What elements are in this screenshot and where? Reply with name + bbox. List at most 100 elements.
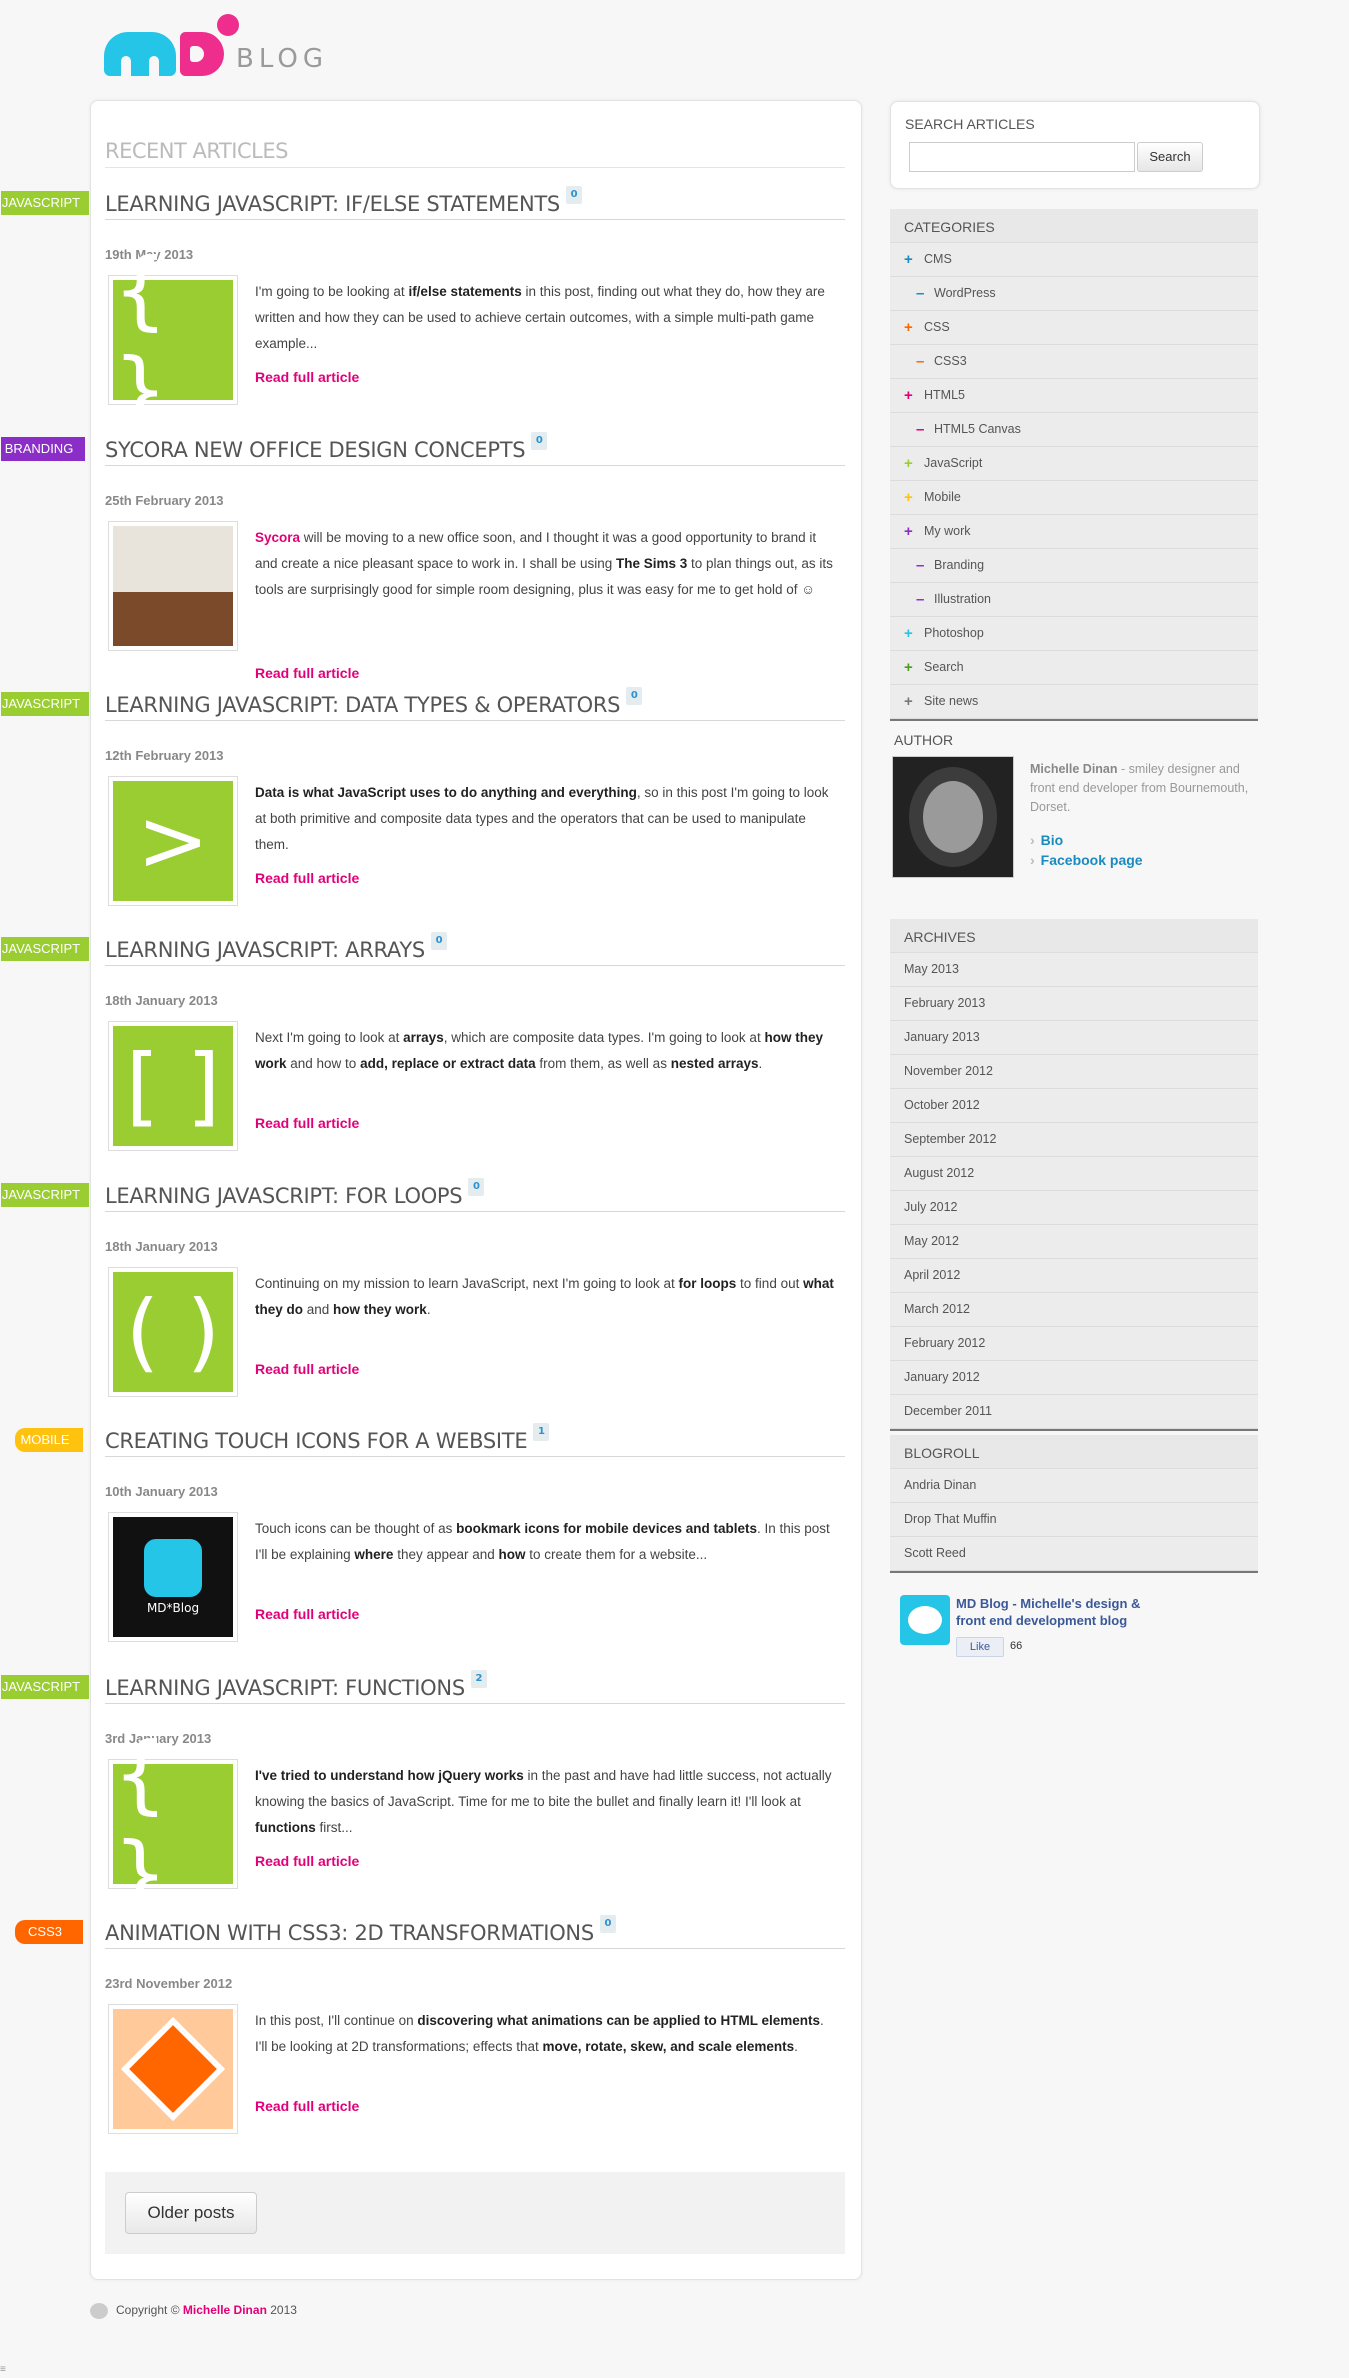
article-thumbnail[interactable]: { }: [108, 240, 238, 440]
archive-item[interactable]: February 2012: [890, 1327, 1258, 1361]
article-title-text[interactable]: LEARNING JAVASCRIPT: FUNCTIONS: [105, 1676, 465, 1700]
archive-item[interactable]: February 2013: [890, 987, 1258, 1021]
category-item[interactable]: + My work: [890, 515, 1258, 549]
article-title-text[interactable]: LEARNING JAVASCRIPT: DATA TYPES & OPERAT…: [105, 693, 620, 717]
archive-item[interactable]: March 2012: [890, 1293, 1258, 1327]
search-button[interactable]: Search: [1137, 142, 1203, 172]
category-item[interactable]: + JavaScript: [890, 447, 1258, 481]
comment-count-badge[interactable]: 0: [430, 932, 447, 950]
plus-icon: +: [904, 455, 913, 472]
read-more-link[interactable]: Read full article: [255, 2098, 359, 2114]
copyright-year: 2013: [266, 2303, 297, 2318]
search-input[interactable]: [909, 142, 1135, 172]
category-item[interactable]: + Mobile: [890, 481, 1258, 515]
article-title[interactable]: CREATING TOUCH ICONS FOR A WEBSITE 1: [105, 1423, 845, 1457]
category-badge[interactable]: MOBILE: [15, 1428, 83, 1452]
category-item[interactable]: – Branding: [890, 549, 1258, 583]
article-thumbnail[interactable]: { }: [108, 1724, 238, 1924]
site-logo[interactable]: BLOG: [104, 14, 324, 84]
categories-heading: CATEGORIES: [890, 209, 1258, 243]
category-badge[interactable]: CSS3: [15, 1920, 83, 1944]
article-thumbnail[interactable]: [ ]: [108, 1021, 238, 1151]
article-title[interactable]: SYCORA NEW OFFICE DESIGN CONCEPTS 0: [105, 432, 845, 466]
archive-item[interactable]: May 2012: [890, 1225, 1258, 1259]
category-item[interactable]: – CSS3: [890, 345, 1258, 379]
comment-count-badge[interactable]: 2: [470, 1670, 487, 1688]
article-title[interactable]: LEARNING JAVASCRIPT: IF/ELSE STATEMENTS 0: [105, 186, 845, 220]
category-badge[interactable]: JAVASCRIPT: [1, 191, 89, 215]
archive-item[interactable]: January 2012: [890, 1361, 1258, 1395]
category-item[interactable]: + HTML5: [890, 379, 1258, 413]
comment-count-badge[interactable]: 0: [599, 1915, 616, 1933]
article-date: 25th February 2013: [105, 493, 224, 508]
article-thumbnail[interactable]: >: [108, 776, 238, 906]
article-thumbnail[interactable]: [108, 521, 238, 651]
archive-item[interactable]: January 2013: [890, 1021, 1258, 1055]
article-title[interactable]: LEARNING JAVASCRIPT: FUNCTIONS 2: [105, 1670, 845, 1704]
read-more-link[interactable]: Read full article: [255, 1606, 359, 1622]
archive-item[interactable]: December 2011: [890, 1395, 1258, 1429]
inline-link[interactable]: Sycora: [255, 530, 300, 545]
comment-count-badge[interactable]: 0: [468, 1178, 485, 1196]
article-thumbnail[interactable]: ( ): [108, 1267, 238, 1397]
comment-count-badge[interactable]: 1: [533, 1423, 550, 1441]
article-title-text[interactable]: LEARNING JAVASCRIPT: ARRAYS: [105, 938, 425, 962]
blogroll-item[interactable]: Andria Dinan: [890, 1469, 1258, 1503]
article-title-text[interactable]: LEARNING JAVASCRIPT: IF/ELSE STATEMENTS: [105, 192, 560, 216]
category-badge[interactable]: JAVASCRIPT: [1, 1675, 89, 1699]
archive-item[interactable]: April 2012: [890, 1259, 1258, 1293]
archive-item[interactable]: September 2012: [890, 1123, 1258, 1157]
article-excerpt: Next I'm going to look at arrays, which …: [255, 1025, 835, 1077]
author-facebook-link[interactable]: › Facebook page: [1030, 852, 1143, 868]
comment-count-badge[interactable]: 0: [531, 432, 548, 450]
category-item[interactable]: + Site news: [890, 685, 1258, 719]
category-item[interactable]: + CMS: [890, 243, 1258, 277]
category-item[interactable]: – HTML5 Canvas: [890, 413, 1258, 447]
blogroll-item[interactable]: Scott Reed: [890, 1537, 1258, 1571]
read-more-link[interactable]: Read full article: [255, 1853, 359, 1869]
comment-count-badge[interactable]: 0: [626, 687, 643, 705]
blogroll-item[interactable]: Drop That Muffin: [890, 1503, 1258, 1537]
article-title[interactable]: LEARNING JAVASCRIPT: ARRAYS 0: [105, 932, 845, 966]
category-item[interactable]: + Search: [890, 651, 1258, 685]
comment-count-badge[interactable]: 0: [565, 186, 582, 204]
article-thumbnail[interactable]: [108, 2004, 238, 2134]
category-item[interactable]: – WordPress: [890, 277, 1258, 311]
plus-icon: +: [904, 387, 913, 404]
article-title-text[interactable]: SYCORA NEW OFFICE DESIGN CONCEPTS: [105, 438, 526, 462]
category-item[interactable]: + Photoshop: [890, 617, 1258, 651]
author-footer-link[interactable]: Michelle Dinan: [183, 2303, 267, 2317]
article-thumbnail[interactable]: MD*Blog: [108, 1512, 238, 1642]
category-item[interactable]: – Illustration: [890, 583, 1258, 617]
fb-like-button[interactable]: Like: [956, 1637, 1004, 1657]
read-more-link[interactable]: Read full article: [255, 369, 359, 385]
archive-item[interactable]: May 2013: [890, 953, 1258, 987]
fb-page-logo[interactable]: [900, 1595, 950, 1645]
category-badge[interactable]: JAVASCRIPT: [1, 1183, 89, 1207]
excerpt-text: I'm going to be looking at: [255, 284, 409, 299]
category-badge[interactable]: JAVASCRIPT: [1, 937, 89, 961]
older-posts-button[interactable]: Older posts: [125, 2192, 257, 2234]
read-more-link[interactable]: Read full article: [255, 665, 359, 681]
read-more-link[interactable]: Read full article: [255, 1115, 359, 1131]
fb-page-title[interactable]: MD Blog - Michelle's design & front end …: [956, 1595, 1166, 1629]
article-title[interactable]: ANIMATION WITH CSS3: 2D TRANSFORMATIONS 0: [105, 1915, 845, 1949]
read-more-link[interactable]: Read full article: [255, 870, 359, 886]
article-title-text[interactable]: ANIMATION WITH CSS3: 2D TRANSFORMATIONS: [105, 1921, 594, 1945]
excerpt-text: I've tried to understand how jQuery work…: [255, 1768, 524, 1783]
excerpt-text: arrays: [403, 1030, 444, 1045]
archive-item[interactable]: July 2012: [890, 1191, 1258, 1225]
article-title-text[interactable]: CREATING TOUCH ICONS FOR A WEBSITE: [105, 1429, 528, 1453]
article-title[interactable]: LEARNING JAVASCRIPT: DATA TYPES & OPERAT…: [105, 687, 845, 721]
archive-item[interactable]: October 2012: [890, 1089, 1258, 1123]
archive-item[interactable]: November 2012: [890, 1055, 1258, 1089]
categories-widget: CATEGORIES + CMS – WordPress + CSS – CSS3 + HTML5…: [890, 209, 1258, 721]
archive-item[interactable]: August 2012: [890, 1157, 1258, 1191]
category-item[interactable]: + CSS: [890, 311, 1258, 345]
read-more-link[interactable]: Read full article: [255, 1361, 359, 1377]
category-badge[interactable]: JAVASCRIPT: [1, 692, 89, 716]
author-bio-link[interactable]: › Bio: [1030, 832, 1063, 848]
article-title-text[interactable]: LEARNING JAVASCRIPT: FOR LOOPS: [105, 1184, 463, 1208]
category-badge[interactable]: BRANDING: [1, 437, 85, 461]
article-title[interactable]: LEARNING JAVASCRIPT: FOR LOOPS 0: [105, 1178, 845, 1212]
